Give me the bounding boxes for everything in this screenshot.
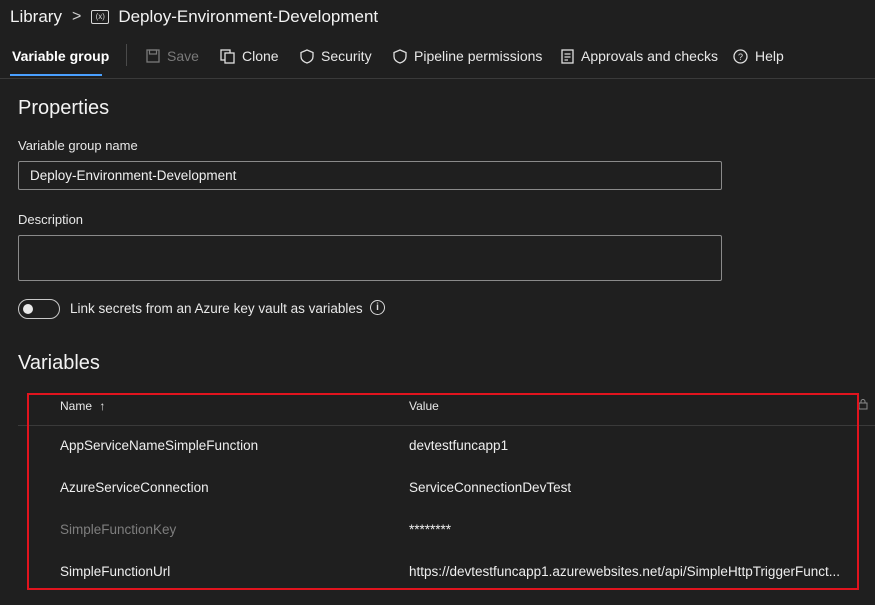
- breadcrumb: Library > (x) Deploy-Environment-Develop…: [10, 6, 378, 28]
- description-textarea[interactable]: [18, 235, 722, 281]
- column-header-value[interactable]: Value: [409, 399, 439, 413]
- checklist-icon: [561, 48, 574, 64]
- variable-group-icon: (x): [91, 10, 110, 24]
- variable-group-name-label: Variable group name: [18, 138, 138, 153]
- help-label: Help: [755, 48, 784, 64]
- table-row[interactable]: AppServiceNameSimpleFunction devtestfunc…: [18, 430, 858, 464]
- save-button[interactable]: Save: [146, 48, 199, 64]
- variable-name: SimpleFunctionUrl: [60, 564, 171, 579]
- variable-group-name-value: Deploy-Environment-Development: [30, 168, 237, 183]
- approvals-and-checks-button[interactable]: Approvals and checks: [561, 48, 718, 64]
- table-row[interactable]: SimpleFunctionKey ********: [18, 514, 858, 548]
- table-row[interactable]: AzureServiceConnection ServiceConnection…: [18, 472, 858, 506]
- variable-group-name-input[interactable]: Deploy-Environment-Development: [18, 161, 722, 190]
- security-label: Security: [321, 48, 372, 64]
- column-header-name-label: Name: [60, 399, 93, 413]
- lock-icon: [858, 399, 868, 410]
- tab-variable-group[interactable]: Variable group: [12, 48, 109, 64]
- variable-name: AppServiceNameSimpleFunction: [60, 438, 259, 453]
- save-label: Save: [167, 48, 199, 64]
- variable-value: ServiceConnectionDevTest: [409, 480, 572, 495]
- shield-icon: [300, 48, 314, 64]
- variables-table-body: AppServiceNameSimpleFunction devtestfunc…: [0, 426, 875, 596]
- variable-value: https://devtestfuncapp1.azurewebsites.ne…: [409, 564, 840, 579]
- chevron-right-icon: >: [71, 8, 82, 25]
- pipeline-permissions-button[interactable]: Pipeline permissions: [393, 48, 542, 64]
- toggle-knob: [23, 304, 33, 314]
- clone-button[interactable]: Clone: [220, 48, 279, 64]
- link-secrets-label: Link secrets from an Azure key vault as …: [70, 301, 363, 316]
- link-secrets-toggle[interactable]: [18, 299, 60, 319]
- info-icon[interactable]: i: [370, 300, 385, 315]
- clone-icon: [220, 48, 235, 64]
- properties-heading: Properties: [18, 97, 110, 119]
- pipeline-permissions-label: Pipeline permissions: [414, 48, 543, 64]
- description-label: Description: [18, 212, 84, 227]
- breadcrumb-library-link[interactable]: Library: [10, 7, 62, 27]
- toolbar: Variable group Save Clone Security Pipel…: [0, 38, 875, 79]
- help-icon: ?: [733, 48, 748, 64]
- security-button[interactable]: Security: [300, 48, 372, 64]
- active-tab-indicator: [10, 74, 102, 76]
- help-button[interactable]: ? Help: [733, 48, 784, 64]
- table-row[interactable]: SimpleFunctionUrl https://devtestfuncapp…: [18, 556, 858, 590]
- approvals-and-checks-label: Approvals and checks: [581, 48, 718, 64]
- variables-heading: Variables: [18, 352, 100, 374]
- save-icon: [146, 49, 160, 63]
- breadcrumb-current: Deploy-Environment-Development: [118, 7, 379, 26]
- toolbar-divider: [126, 44, 127, 66]
- clone-label: Clone: [242, 48, 279, 64]
- sort-ascending-icon: ↑: [99, 399, 106, 413]
- column-header-name[interactable]: Name ↑: [60, 399, 105, 413]
- svg-text:?: ?: [738, 52, 743, 62]
- variable-name: SimpleFunctionKey: [60, 522, 177, 537]
- variable-value: ********: [409, 522, 452, 537]
- variable-name: AzureServiceConnection: [60, 480, 209, 495]
- variable-value: devtestfuncapp1: [409, 438, 509, 453]
- shield-icon: [393, 48, 407, 64]
